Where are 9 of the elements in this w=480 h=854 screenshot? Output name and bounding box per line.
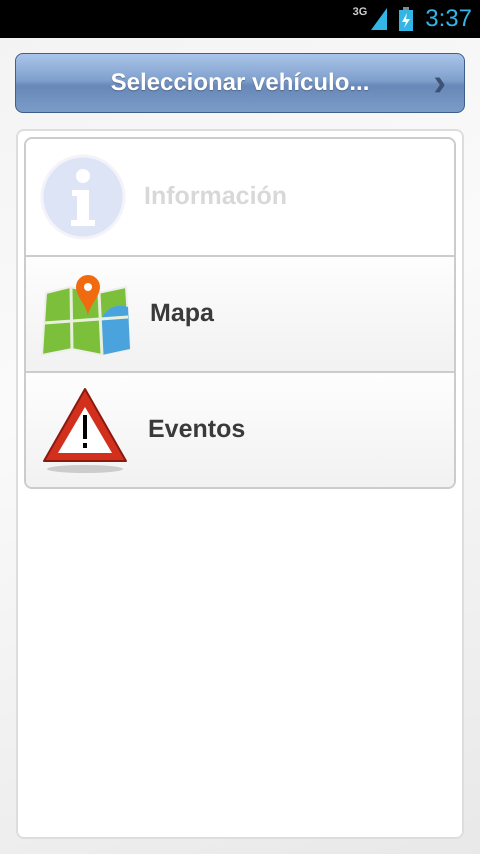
warning-icon <box>40 385 130 475</box>
clock-time: 3:37 <box>425 7 472 31</box>
network-type: 3G <box>352 7 368 18</box>
chevron-icon: › <box>433 64 446 102</box>
battery-icon <box>399 7 414 31</box>
signal-icon <box>371 8 388 30</box>
menu-item[interactable]: Mapa <box>26 255 454 371</box>
info-icon <box>40 154 126 240</box>
menu-item[interactable]: Eventos <box>26 371 454 487</box>
